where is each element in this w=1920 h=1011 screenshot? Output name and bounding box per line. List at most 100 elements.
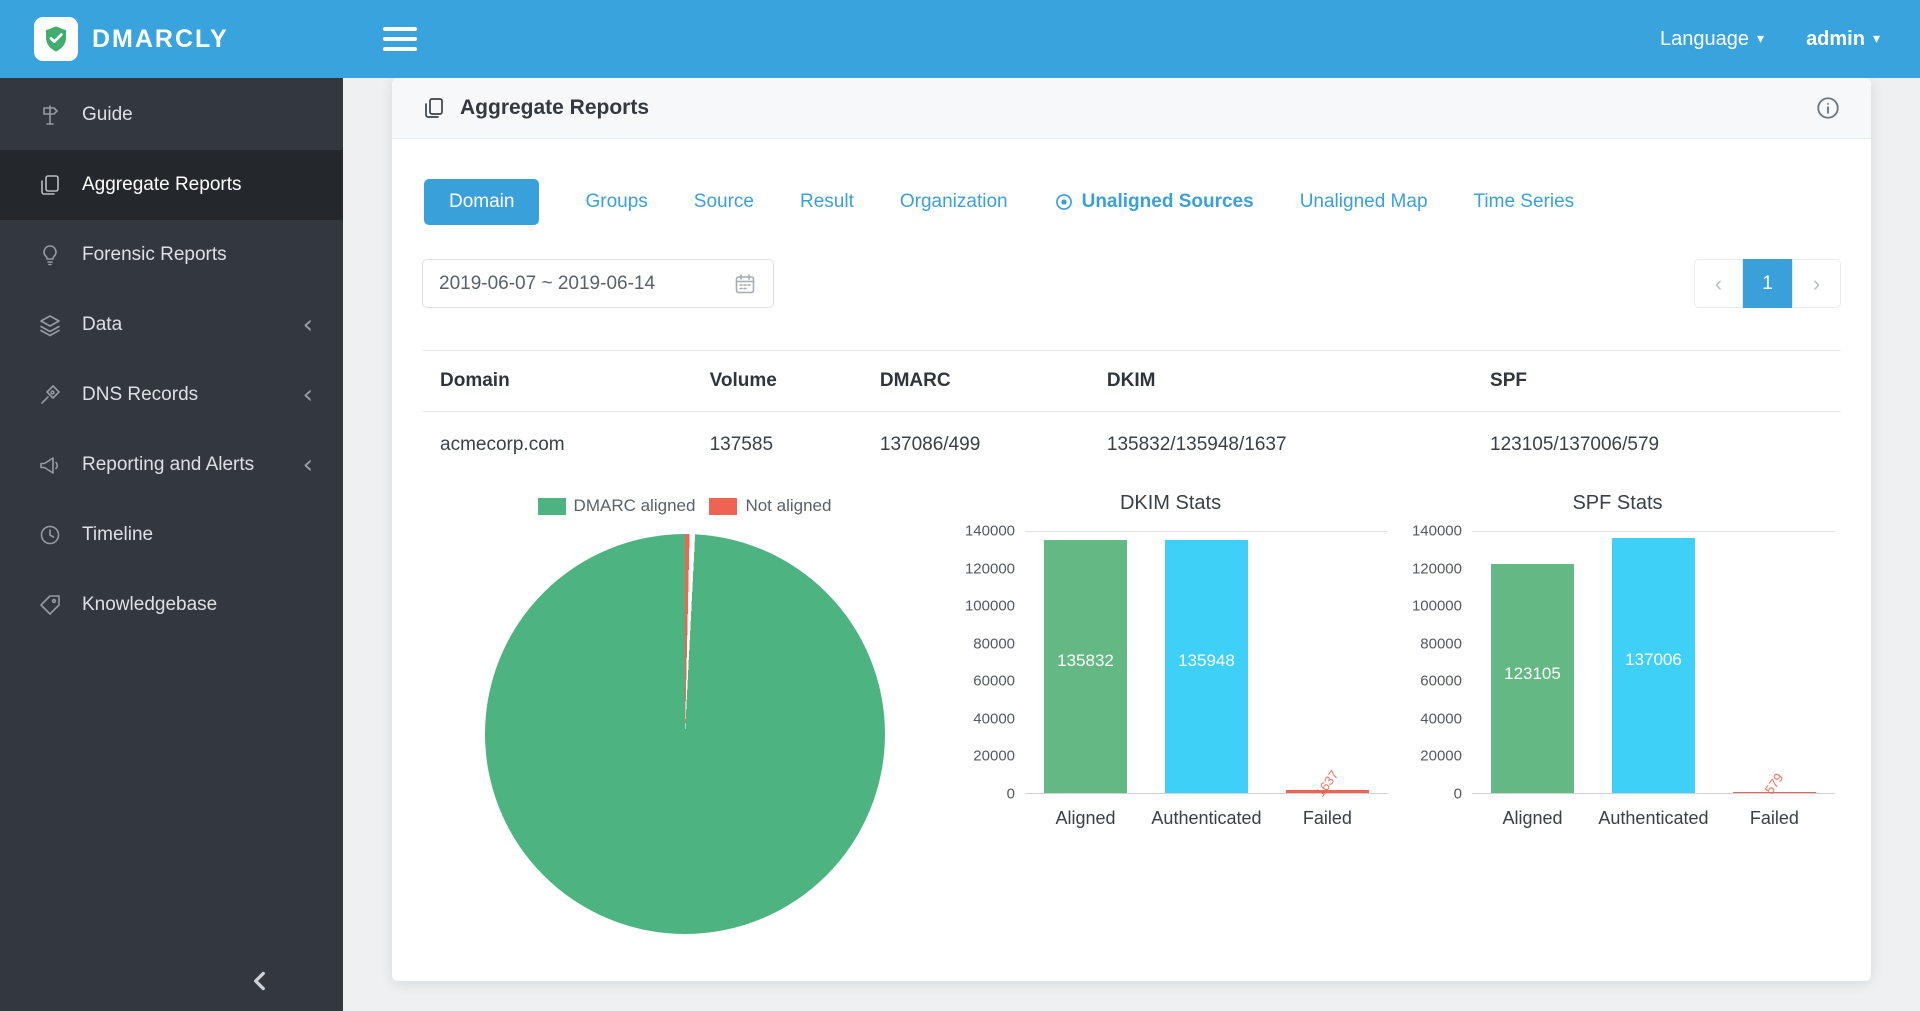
sidebar-item-knowledgebase[interactable]: Knowledgebase [0,570,343,640]
y-tick-label: 0 [1454,786,1462,803]
cell-volume: 137585 [692,412,862,479]
bar-value-label: 1637 [1313,767,1342,799]
chevron-left-icon: ‹ [303,452,313,478]
y-tick-label: 60000 [1420,673,1462,690]
y-tick-label: 100000 [965,598,1015,615]
bar-value-label: 135948 [1165,651,1247,671]
y-tick-label: 20000 [973,748,1015,765]
pagination-page-1-button[interactable]: 1 [1743,259,1792,308]
sidebar-item-aggregate-reports[interactable]: Aggregate Reports [0,150,343,220]
y-tick-label: 80000 [1420,635,1462,652]
x-tick-label: Failed [1714,808,1835,829]
page-title: Aggregate Reports [460,96,649,120]
user-menu[interactable]: admin ▾ [1806,28,1880,51]
column-header-dmarc: DMARC [862,351,1089,412]
tab-unaligned-sources[interactable]: Unaligned Sources [1054,191,1254,213]
sidebar-item-guide[interactable]: Guide [0,80,343,150]
hamburger-menu-icon[interactable] [383,27,417,51]
bar-slot: 135832 [1025,532,1146,793]
pagination-next-button[interactable]: › [1792,259,1841,308]
tab-groups[interactable]: Groups [585,191,647,213]
filter-row: 2019-06-07 ~ 2019-06-14 ‹ 1 › [422,259,1841,308]
y-tick-label: 0 [1007,786,1015,803]
sidebar-nav: Guide Aggregate Reports Forensic Reports… [0,78,343,640]
sidebar-item-label: Timeline [82,524,153,546]
column-header-spf: SPF [1472,351,1841,412]
cell-dkim: 135832/135948/1637 [1089,412,1472,479]
tab-time-series[interactable]: Time Series [1474,191,1575,213]
sidebar-item-forensic-reports[interactable]: Forensic Reports [0,220,343,290]
tab-label: Domain [449,191,514,213]
legend-item-not-aligned: Not aligned [709,496,831,516]
topbar-right: Language ▾ admin ▾ [1660,28,1880,51]
date-range-value: 2019-06-07 ~ 2019-06-14 [439,273,655,295]
brand-logo [34,17,78,61]
y-tick-label: 20000 [1420,748,1462,765]
tab-domain[interactable]: Domain [424,179,539,225]
chart-title: SPF Stats [1400,492,1835,515]
pagination-prev-button[interactable]: ‹ [1694,259,1743,308]
brand: DMARCLY [0,0,343,78]
target-icon [1054,192,1074,212]
y-tick-label: 40000 [973,710,1015,727]
tab-label: Source [694,191,754,213]
rocket-icon [38,383,62,407]
chevron-left-icon: ‹ [1715,271,1722,297]
y-tick-label: 60000 [973,673,1015,690]
chevron-left-icon [247,968,273,994]
y-axis: 020000400006000080000100000120000140000 [953,531,1025,794]
bar-aligned: 135832 [1044,540,1126,793]
tag-icon [38,593,62,617]
x-axis-labels: AlignedAuthenticatedFailed [1025,808,1388,829]
y-tick-label: 80000 [973,635,1015,652]
bar-aligned: 123105 [1491,564,1573,794]
date-range-input[interactable]: 2019-06-07 ~ 2019-06-14 [422,259,774,308]
tab-result[interactable]: Result [800,191,854,213]
tab-unaligned-map[interactable]: Unaligned Map [1300,191,1428,213]
y-tick-label: 120000 [1412,560,1462,577]
topbar: Language ▾ admin ▾ [343,0,1920,78]
brand-name: DMARCLY [92,25,229,54]
sidebar-item-timeline[interactable]: Timeline [0,500,343,570]
sidebar-item-label: Aggregate Reports [82,174,242,196]
megaphone-icon [38,453,62,477]
sidebar-collapse-button[interactable] [247,968,273,999]
clock-icon [38,523,62,547]
y-axis: 020000400006000080000100000120000140000 [1400,531,1472,794]
card-body: Domain Groups Source Result Organization… [392,139,1871,981]
content: Aggregate Reports Domain Groups Source R… [343,78,1920,1011]
sidebar-item-label: DNS Records [82,384,198,406]
tab-label: Unaligned Sources [1082,191,1254,213]
layers-icon [38,313,62,337]
sidebar-item-label: Reporting and Alerts [82,454,254,476]
language-label: Language [1660,28,1749,51]
sidebar-item-label: Knowledgebase [82,594,217,616]
chart-area: 020000400006000080000100000120000140000 … [953,531,1388,794]
pages-icon [422,96,446,120]
sidebar-item-data[interactable]: Data ‹ [0,290,343,360]
legend-label: DMARC aligned [574,496,696,516]
aggregate-reports-card: Aggregate Reports Domain Groups Source R… [392,78,1871,981]
tab-bar: Domain Groups Source Result Organization… [422,179,1841,225]
bar-value-label: 123105 [1491,664,1573,684]
pagination: ‹ 1 › [1694,259,1841,308]
sidebar-item-reporting-and-alerts[interactable]: Reporting and Alerts ‹ [0,430,343,500]
x-tick-label: Aligned [1025,808,1146,829]
tab-label: Time Series [1474,191,1575,213]
sidebar-item-dns-records[interactable]: DNS Records ‹ [0,360,343,430]
info-icon[interactable] [1815,95,1841,121]
user-label: admin [1806,28,1865,51]
language-menu[interactable]: Language ▾ [1660,28,1764,51]
tab-source[interactable]: Source [694,191,754,213]
shield-icon [41,24,71,54]
sidebar-item-label: Data [82,314,122,336]
tab-organization[interactable]: Organization [900,191,1008,213]
lightbulb-icon [38,243,62,267]
y-tick-label: 120000 [965,560,1015,577]
tab-label: Result [800,191,854,213]
x-tick-label: Authenticated [1593,808,1714,829]
app: DMARCLY Guide Aggregate Reports Forensic… [0,0,1920,1011]
x-tick-label: Authenticated [1146,808,1267,829]
card-header: Aggregate Reports [392,78,1871,139]
pie-legend: DMARC aligned Not aligned [538,496,832,516]
